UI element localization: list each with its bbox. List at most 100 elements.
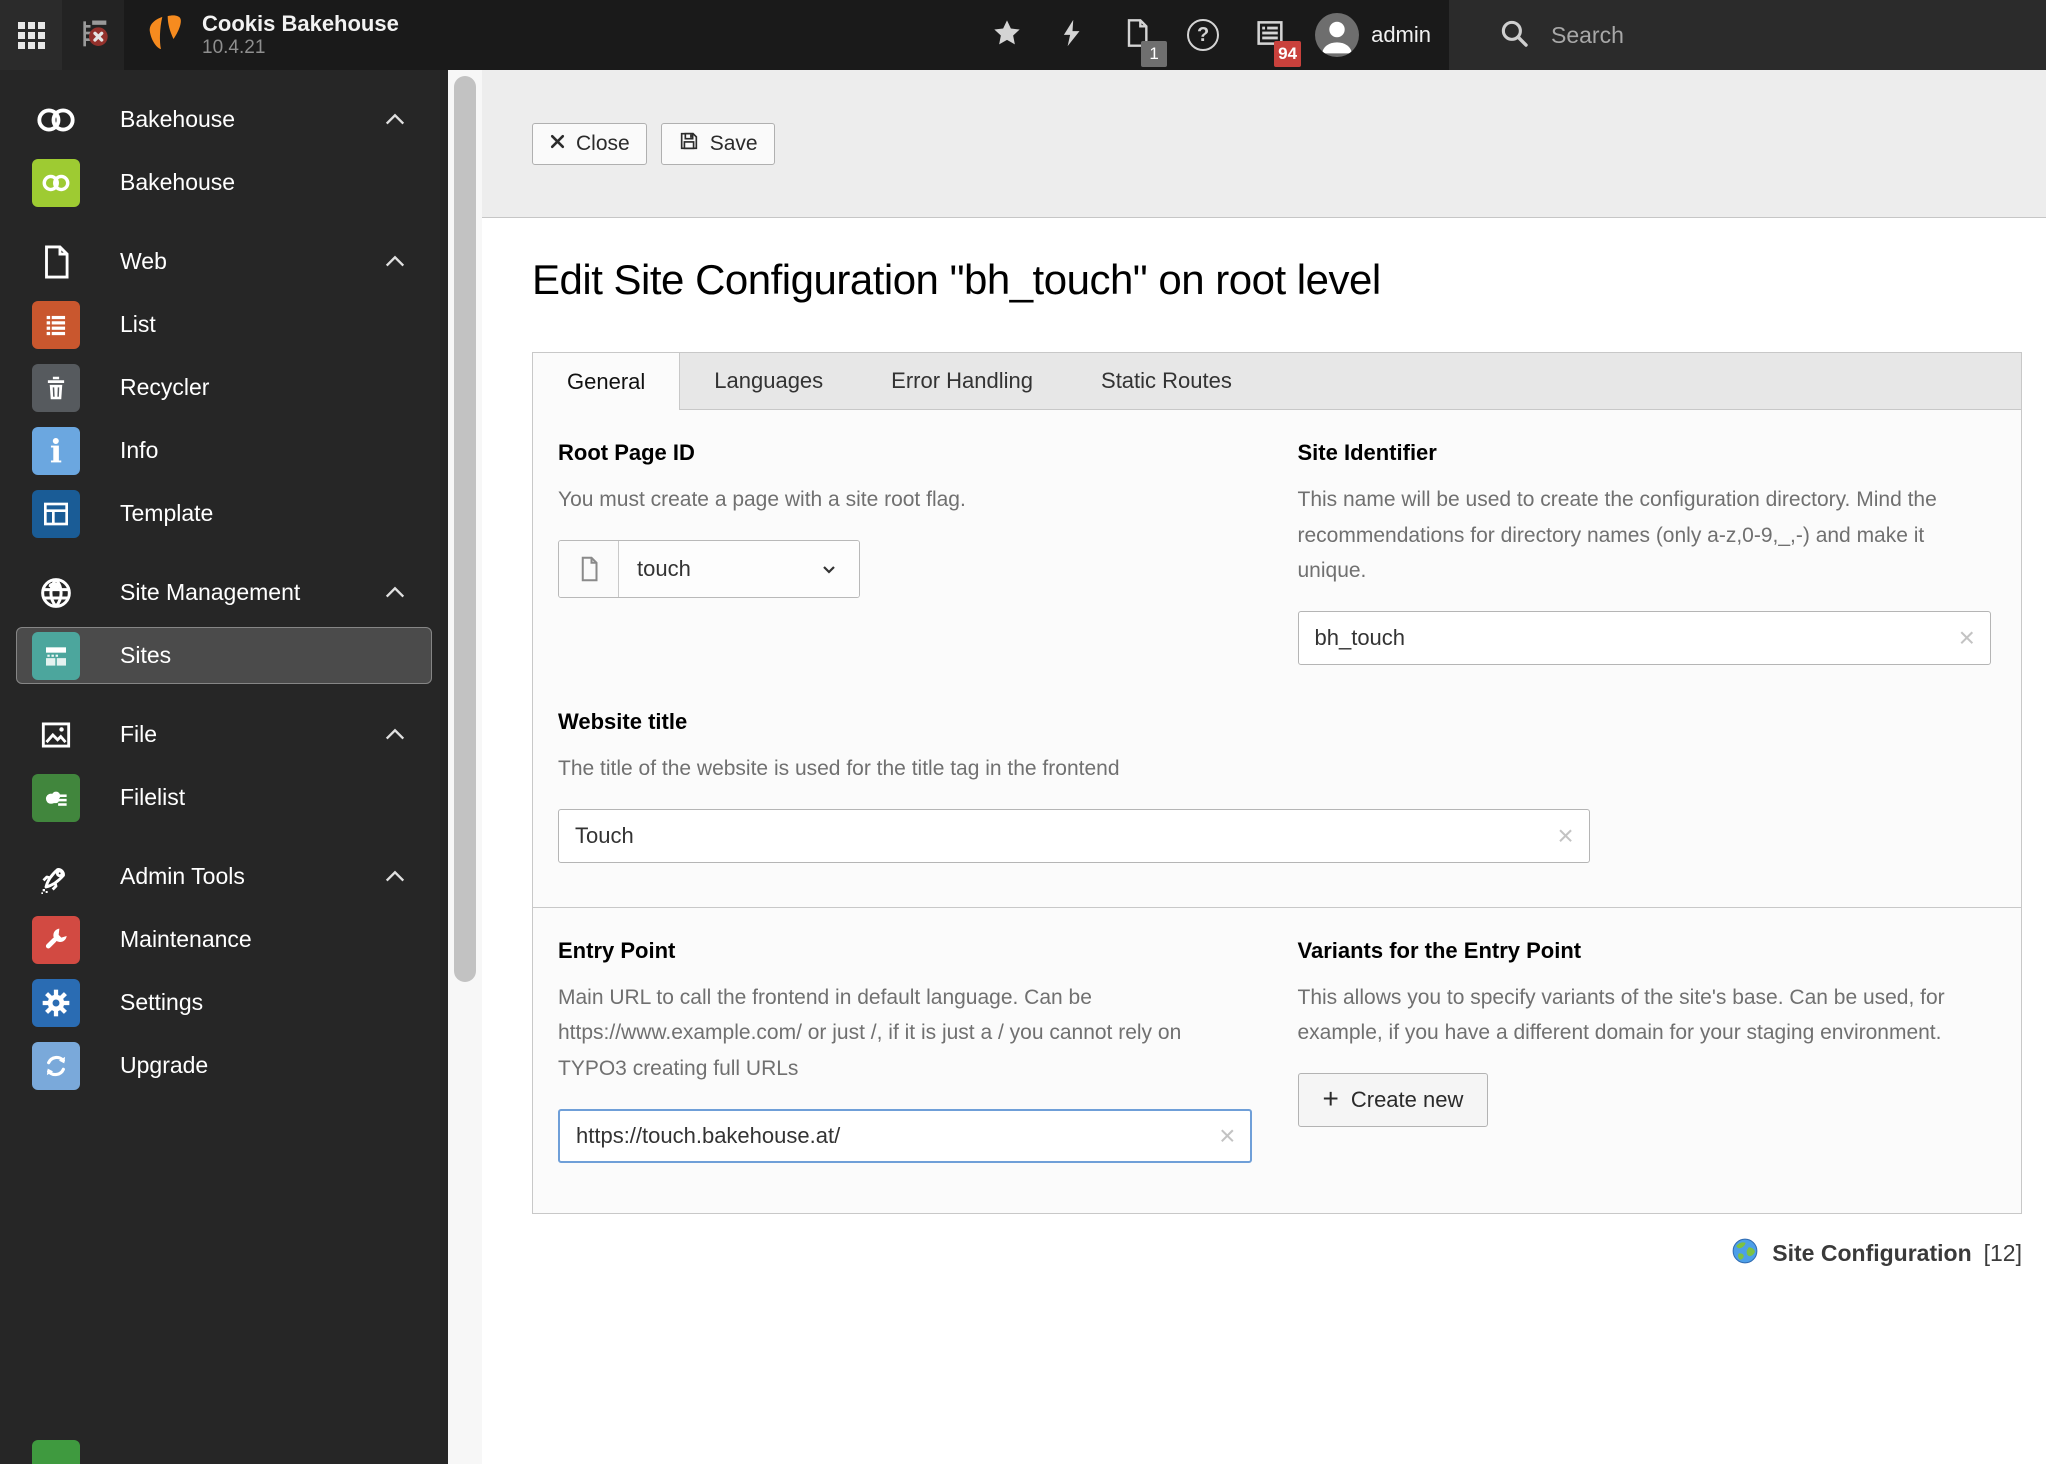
section-web[interactable]: Web — [0, 230, 448, 293]
toolbar-search[interactable]: Search — [1449, 0, 2046, 70]
section-label: Site Management — [120, 579, 301, 605]
clear-cache-button[interactable] — [1057, 17, 1087, 54]
root-page-select[interactable]: touch — [619, 540, 859, 597]
avatar — [1315, 13, 1360, 57]
close-icon — [549, 132, 566, 156]
globe-outline-icon — [32, 569, 80, 617]
grid-icon — [17, 21, 45, 49]
field-label: Entry Point — [558, 937, 676, 963]
docheader: Close Save — [482, 70, 2046, 218]
section-bakehouse[interactable]: Bakehouse — [0, 88, 448, 151]
bookmarks-button[interactable] — [991, 17, 1023, 54]
opendocs-count-badge: 1 — [1141, 40, 1168, 67]
section-site-management[interactable]: Site Management — [0, 561, 448, 624]
sidebar-item-maintenance[interactable]: Maintenance — [0, 908, 448, 971]
save-label: Save — [709, 131, 758, 155]
field-description: Main URL to call the frontend in default… — [558, 985, 1182, 1081]
opendocs-button[interactable]: 1 — [1121, 16, 1168, 67]
sidebar-item-label: List — [120, 311, 156, 337]
field-entry-point-variants: Variants for the Entry Point This allows… — [1297, 937, 1992, 1128]
sidebar-item-label: Template — [120, 500, 214, 526]
field-label: Variants for the Entry Point — [1297, 937, 1582, 963]
create-new-variant-button[interactable]: + Create new — [1297, 1073, 1489, 1128]
section-admin-tools[interactable]: Admin Tools — [0, 845, 448, 908]
field-description: This name will be used to create the con… — [1297, 488, 1937, 583]
field-label: Website title — [558, 709, 688, 735]
sidebar-item-label: Recycler — [120, 374, 210, 400]
help-button[interactable]: ? — [1187, 19, 1220, 51]
search-placeholder: Search — [1551, 21, 1624, 48]
pagetree-toggle[interactable] — [62, 0, 124, 70]
close-label: Close — [576, 131, 630, 155]
sidebar-item-list[interactable]: List — [0, 293, 448, 356]
search-icon — [1497, 16, 1531, 55]
section-label: Admin Tools — [120, 863, 245, 889]
page-scrollbar[interactable] — [448, 70, 482, 1464]
page-title: Edit Site Configuration "bh_touch" on ro… — [532, 256, 1381, 303]
plus-icon: + — [1322, 1082, 1339, 1114]
image-outline-icon — [32, 711, 80, 759]
field-entry-point: Entry Point Main URL to call the fronten… — [558, 938, 1252, 1163]
sidebar-item-label: Settings — [120, 989, 204, 1015]
field-description: This allows you to specify variants of t… — [1297, 985, 1945, 1045]
record-uid: [12] — [1983, 1240, 2022, 1267]
tab-bar: General Languages Error Handling Static … — [533, 353, 2021, 410]
tab-general[interactable]: General — [533, 353, 681, 410]
sidebar-item-label: Sites — [120, 642, 172, 668]
brand[interactable]: Cookis Bakehouse 10.4.21 — [142, 10, 399, 61]
sidebar-item-bakehouse[interactable]: Bakehouse — [0, 151, 448, 214]
pagetree-hidden-icon — [73, 13, 113, 58]
sites-module-icon — [32, 631, 80, 680]
page-icon — [559, 540, 619, 597]
tab-languages[interactable]: Languages — [680, 353, 857, 409]
entry-point-input[interactable] — [558, 1108, 1252, 1163]
site-name: Cookis Bakehouse — [202, 11, 399, 37]
entry-point-sheet: Entry Point Main URL to call the fronten… — [533, 906, 2021, 1213]
sidebar-item-label: Bakehouse — [120, 169, 236, 195]
trash-icon — [32, 363, 80, 412]
section-label: Bakehouse — [120, 106, 236, 132]
bakehouse-module-icon — [32, 158, 80, 207]
module-menu: Bakehouse Bakehouse Web List Recycler i … — [0, 70, 448, 1464]
systeminfo-button[interactable]: 94 — [1253, 16, 1302, 67]
section-file[interactable]: File — [0, 703, 448, 766]
sidebar-item-partial-icon[interactable] — [32, 1440, 80, 1464]
main-content: Close Save Edit Site Configuration "bh_t… — [482, 70, 2046, 1464]
clear-icon[interactable]: × — [1959, 624, 1975, 652]
page-outline-icon — [32, 238, 80, 286]
username-label: admin — [1371, 22, 1431, 47]
site-config-form-panel: General Languages Error Handling Static … — [532, 352, 2022, 1214]
chevron-up-icon — [382, 107, 408, 133]
clear-icon[interactable]: × — [1219, 1121, 1235, 1150]
module-menu-toggle[interactable] — [0, 0, 62, 70]
create-new-label: Create new — [1350, 1087, 1464, 1113]
sidebar-item-info[interactable]: i Info — [0, 419, 448, 482]
sidebar-item-upgrade[interactable]: Upgrade — [0, 1034, 448, 1097]
wrench-icon — [32, 915, 80, 964]
root-page-select-value: touch — [637, 555, 691, 581]
sidebar-item-template[interactable]: Template — [0, 482, 448, 545]
sidebar-item-label: Info — [120, 437, 159, 463]
star-icon — [991, 17, 1023, 54]
tab-static-routes[interactable]: Static Routes — [1067, 353, 1266, 409]
scrollbar-thumb[interactable] — [454, 76, 476, 982]
sidebar-item-filelist[interactable]: Filelist — [0, 766, 448, 829]
sidebar-item-sites[interactable]: Sites — [0, 624, 448, 687]
topbar: Cookis Bakehouse 10.4.21 1 ? 94 admin Se… — [0, 0, 2046, 70]
typo3-logo-icon — [142, 10, 188, 61]
error-count-badge: 94 — [1274, 40, 1302, 67]
user-menu[interactable]: admin — [1315, 13, 1431, 57]
chevron-up-icon — [382, 249, 408, 275]
sidebar-item-label: Maintenance — [120, 926, 252, 952]
clear-icon[interactable]: × — [1557, 821, 1573, 850]
site-identifier-input[interactable] — [1297, 611, 1991, 666]
sidebar-item-label: Upgrade — [120, 1052, 209, 1078]
website-title-input[interactable] — [558, 808, 1590, 863]
info-icon: i — [32, 426, 80, 475]
sidebar-item-recycler[interactable]: Recycler — [0, 356, 448, 419]
close-button[interactable]: Close — [532, 122, 647, 165]
save-button[interactable]: Save — [660, 122, 775, 165]
field-label: Site Identifier — [1297, 440, 1437, 465]
tab-error-handling[interactable]: Error Handling — [857, 353, 1067, 409]
sidebar-item-settings[interactable]: Settings — [0, 971, 448, 1034]
